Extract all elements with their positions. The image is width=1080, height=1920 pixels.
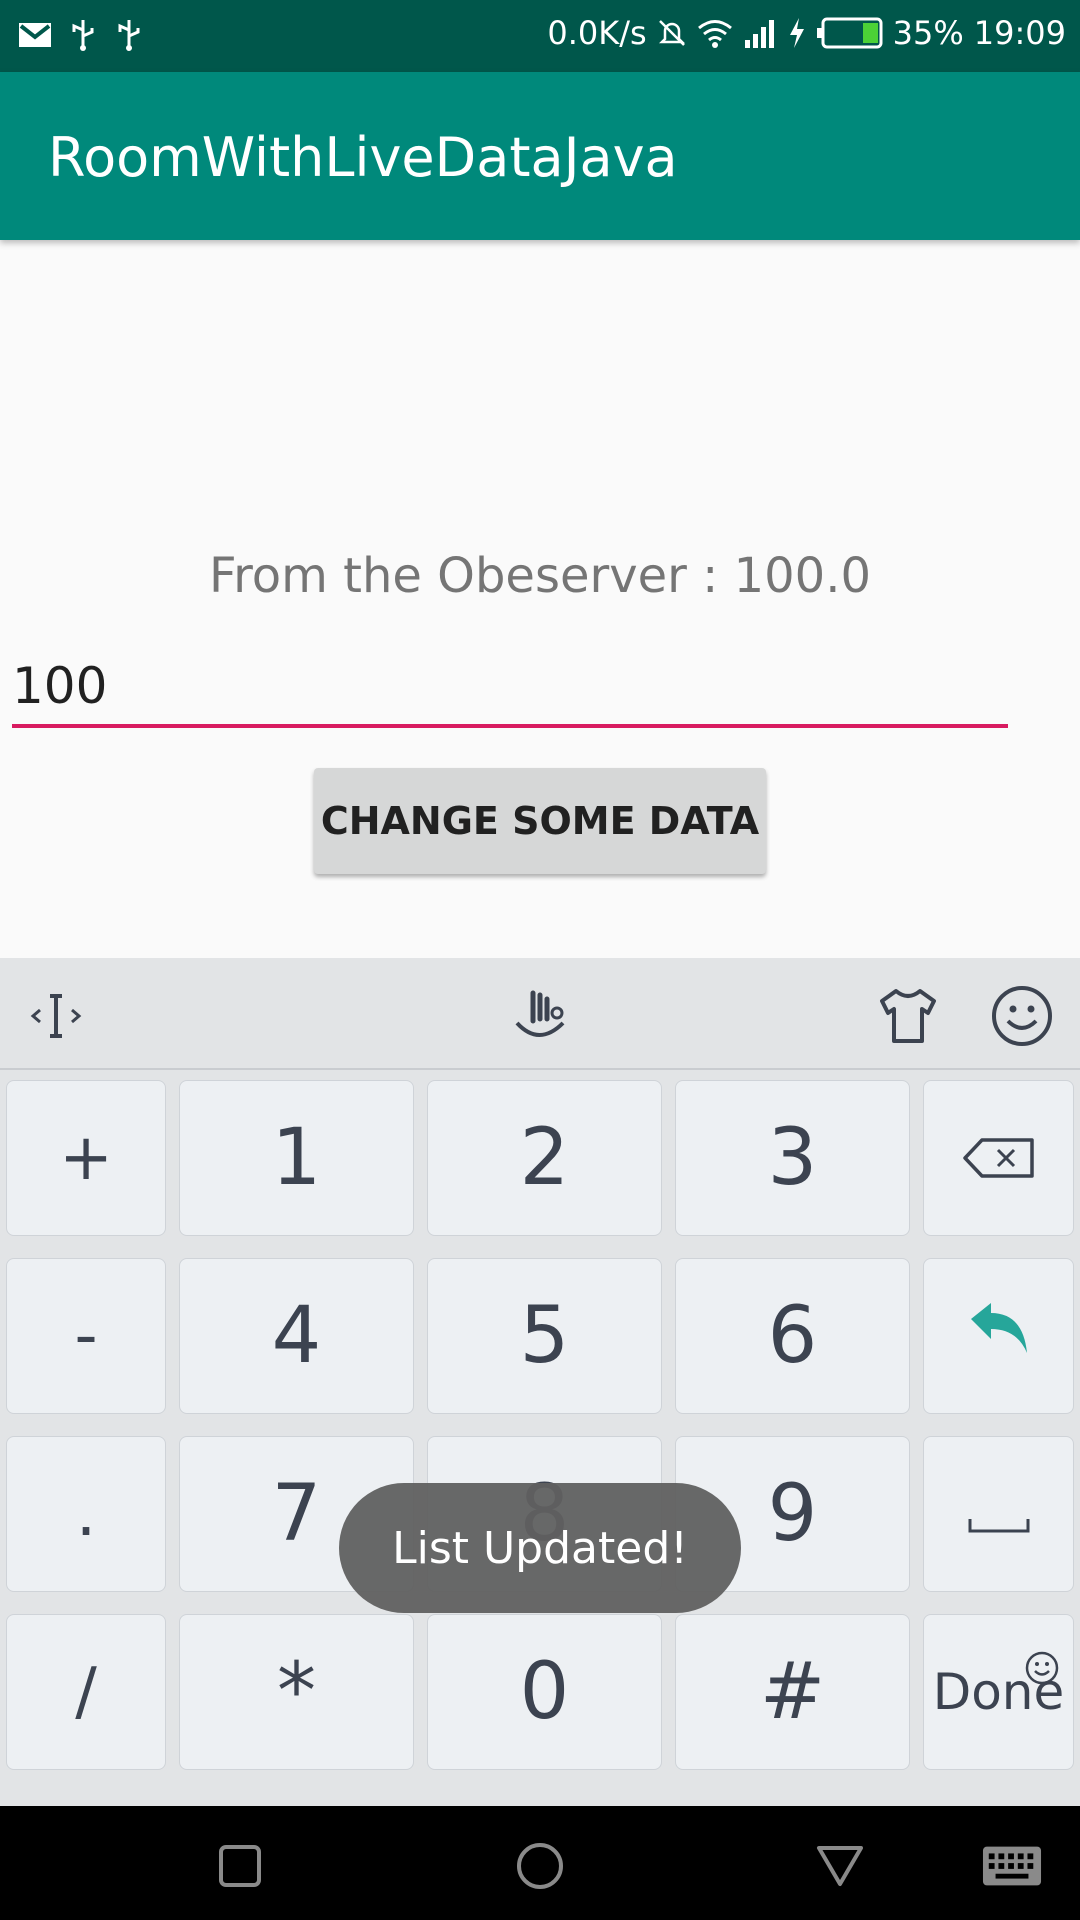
theme-shirt-icon[interactable]: [876, 984, 940, 1048]
enter-key[interactable]: [923, 1258, 1074, 1414]
net-speed: 0.0K/s: [547, 14, 647, 52]
gmail-icon: [18, 22, 52, 48]
charging-icon: [787, 17, 807, 49]
clock: 19:09: [973, 14, 1066, 52]
toast-text: List Updated!: [392, 1522, 688, 1574]
observer-text: From the Obeserver : 100.0: [208, 548, 872, 604]
space-key[interactable]: [923, 1436, 1074, 1592]
key-0[interactable]: 0: [427, 1614, 662, 1770]
recent-apps-icon[interactable]: [210, 1836, 270, 1896]
key-1[interactable]: 1: [179, 1080, 414, 1236]
keyboard-icon[interactable]: [982, 1836, 1042, 1896]
mute-icon: [657, 17, 687, 49]
key-plus[interactable]: +: [6, 1080, 166, 1236]
backspace-icon: [962, 1121, 1036, 1195]
done-key[interactable]: Done: [923, 1614, 1074, 1770]
key-asterisk[interactable]: *: [179, 1614, 414, 1770]
key-5[interactable]: 5: [427, 1258, 662, 1414]
back-icon[interactable]: [810, 1836, 870, 1896]
keyboard-toolbar: [0, 958, 1080, 1070]
status-bar: 0.0K/s 35% 19:09: [0, 0, 1080, 72]
toast-message: List Updated!: [339, 1483, 741, 1613]
app-bar: RoomWithLiveDataJava: [0, 72, 1080, 240]
soft-keyboard: + 1 2 3 - 4 5 6 . 7 8 9 / * 0 # Done: [0, 958, 1080, 1806]
key-hash[interactable]: #: [675, 1614, 910, 1770]
battery-percent: 35%: [892, 14, 964, 52]
emoji-small-icon: [1025, 1627, 1059, 1701]
key-4[interactable]: 4: [179, 1258, 414, 1414]
app-title: RoomWithLiveDataJava: [48, 126, 678, 189]
space-icon: [968, 1477, 1030, 1551]
home-icon[interactable]: [510, 1836, 570, 1896]
wifi-icon: [697, 18, 733, 48]
backspace-key[interactable]: [923, 1080, 1074, 1236]
usb-icon: [114, 18, 144, 52]
cursor-icon[interactable]: [24, 984, 88, 1048]
key-minus[interactable]: -: [6, 1258, 166, 1414]
value-input[interactable]: [12, 648, 1008, 728]
enter-arrow-icon: [967, 1299, 1031, 1373]
gesture-icon[interactable]: [508, 984, 572, 1048]
key-period[interactable]: .: [6, 1436, 166, 1592]
emoji-icon[interactable]: [990, 984, 1054, 1048]
battery-icon: [816, 17, 883, 49]
signal-icon: [743, 18, 777, 48]
change-data-button[interactable]: CHANGE SOME DATA: [314, 768, 766, 874]
navigation-bar: [0, 1806, 1080, 1920]
key-3[interactable]: 3: [675, 1080, 910, 1236]
key-2[interactable]: 2: [427, 1080, 662, 1236]
key-6[interactable]: 6: [675, 1258, 910, 1414]
usb-icon: [68, 18, 98, 52]
key-slash[interactable]: /: [6, 1614, 166, 1770]
